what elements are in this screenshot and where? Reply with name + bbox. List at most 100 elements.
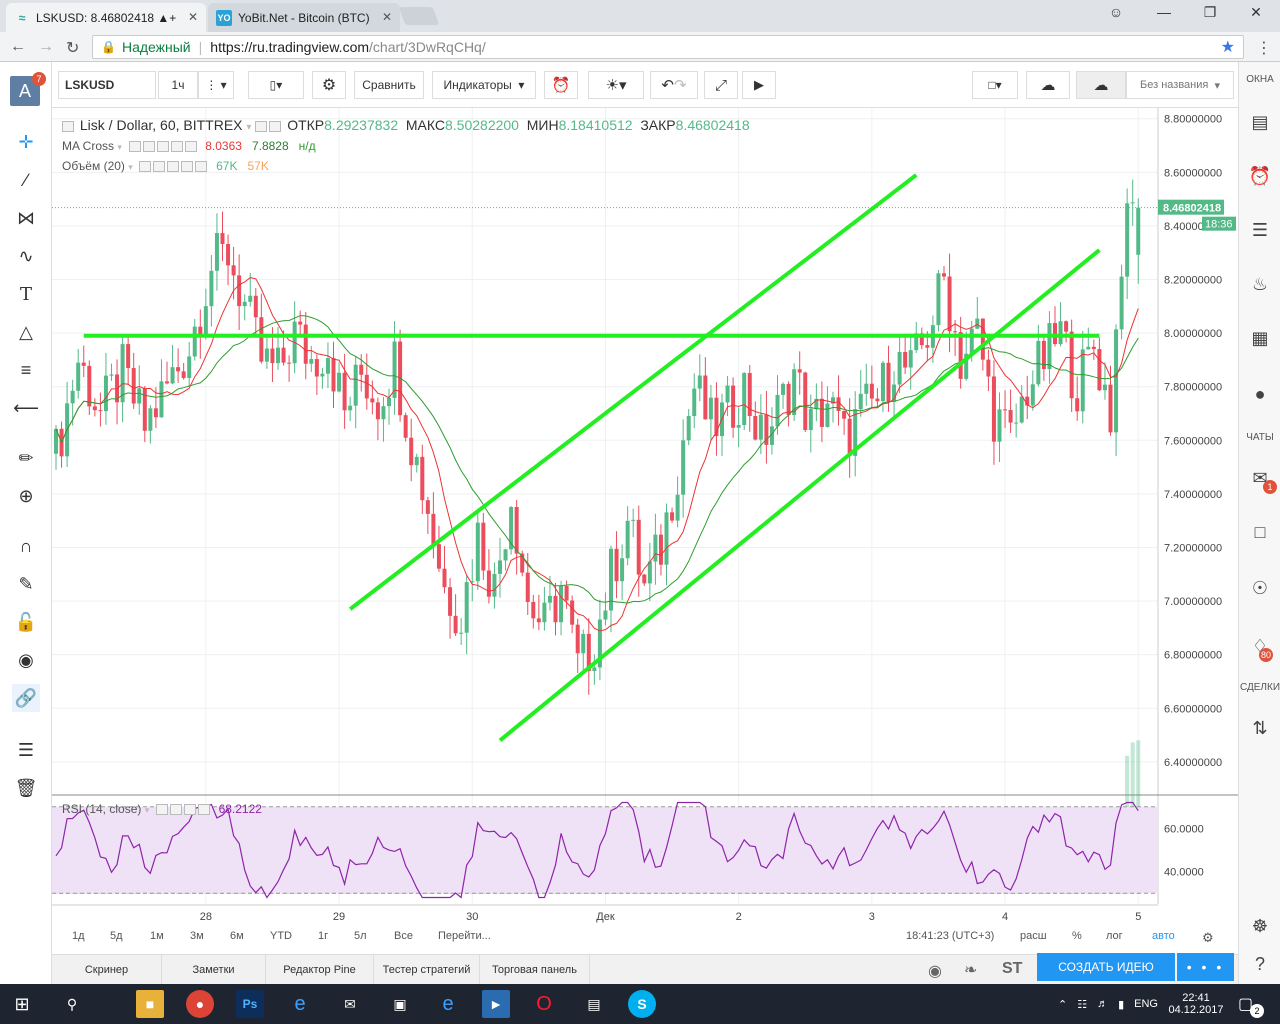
calendar-icon[interactable]: ▦ — [1246, 324, 1274, 352]
brush-icon[interactable]: ∿ — [12, 242, 40, 270]
trendline-icon[interactable]: ∕ — [12, 166, 40, 194]
power-icon[interactable]: ▮ — [1118, 998, 1124, 1011]
arrow-left-icon[interactable]: ⟵ — [12, 394, 40, 422]
opera-icon[interactable]: O — [530, 990, 558, 1018]
tray-chevron-icon[interactable]: ⌃ — [1058, 998, 1067, 1011]
goto-button[interactable]: Перейти... — [438, 930, 491, 942]
scale-gear-icon[interactable]: ⚙ — [1202, 930, 1214, 946]
skype-icon[interactable]: S — [628, 990, 656, 1018]
percent-button[interactable]: % — [1072, 930, 1082, 942]
range-5d[interactable]: 5д — [110, 930, 123, 942]
app-icon[interactable]: ▤ — [580, 990, 608, 1018]
layers-icon[interactable]: ☰ — [12, 736, 40, 764]
ideas-bulb-icon[interactable]: ● — [1246, 380, 1274, 408]
log-button[interactable]: лог — [1106, 930, 1123, 942]
bug-icon[interactable]: ☸ — [1246, 912, 1274, 940]
forward-icon[interactable]: → — [38, 38, 54, 56]
source-small-icon[interactable] — [156, 141, 169, 153]
edge-icon[interactable]: e — [286, 990, 314, 1018]
cloud-save-icon[interactable]: ☁ — [1076, 71, 1126, 99]
notification-center-icon[interactable]: ▢ — [1238, 984, 1253, 1024]
add-small-icon[interactable] — [181, 161, 194, 173]
publish-idea-button[interactable]: СОЗДАТЬ ИДЕЮ — [1037, 953, 1175, 981]
stay-drawing-icon[interactable]: ✎ — [12, 570, 40, 598]
maximize-icon[interactable]: ❐ — [1190, 4, 1230, 21]
indicators-button[interactable]: Индикаторы ▾ — [432, 71, 536, 99]
chevron-down-icon[interactable]: ▾ — [145, 805, 150, 815]
profile-icon[interactable]: ☺ — [1096, 4, 1136, 20]
url-input[interactable]: 🔒 Надежный | https://ru.tradingview.com … — [92, 35, 1244, 59]
tab-lskusd[interactable]: ≈ LSKUSD: 8.46802418 ▲+ ✕ — [6, 3, 206, 32]
settings-small-icon[interactable] — [169, 804, 182, 816]
compare-button[interactable]: Сравнить — [354, 71, 424, 99]
close-icon[interactable]: ✕ — [382, 10, 392, 24]
source-small-icon[interactable] — [167, 161, 180, 173]
eye-small-icon[interactable] — [255, 120, 268, 132]
back-icon[interactable]: ← — [10, 38, 26, 56]
add-small-icon[interactable] — [183, 804, 196, 816]
twitter-icon[interactable]: ❧ — [964, 960, 977, 980]
ruler-icon[interactable]: ✏ — [12, 444, 40, 472]
chevron-down-icon[interactable]: ▾ — [246, 122, 251, 133]
extend-button[interactable]: расш — [1020, 930, 1047, 942]
windows-start-icon[interactable]: ⊞ — [8, 990, 36, 1018]
symbol-input[interactable]: LSKUSD — [58, 71, 156, 99]
network-icon[interactable]: ☷ — [1077, 998, 1087, 1011]
settings-small-icon[interactable] — [142, 141, 155, 153]
tab-notes[interactable]: Заметки — [162, 955, 266, 985]
alarm-icon[interactable]: ⏰ — [1246, 162, 1274, 190]
photoshop-icon[interactable]: Ps — [236, 990, 264, 1018]
help-icon[interactable]: ? — [1246, 950, 1274, 978]
range-3m[interactable]: 3м — [190, 930, 204, 942]
link-icon[interactable]: 🔗 — [12, 684, 40, 712]
tab-screener[interactable]: Скринер — [52, 955, 162, 985]
eye-icon[interactable]: ◉ — [12, 646, 40, 674]
private-chat-icon[interactable]: □ — [1246, 518, 1274, 546]
range-1m[interactable]: 1м — [150, 930, 164, 942]
reload-icon[interactable]: ↻ — [66, 38, 79, 58]
range-1d[interactable]: 1д — [72, 930, 85, 942]
gear-icon[interactable]: ⚙ — [312, 71, 346, 99]
undo-redo-icon[interactable]: ↶ ↷ — [650, 71, 698, 99]
settings-small-icon[interactable] — [269, 120, 282, 132]
cloud-load-icon[interactable]: ☁ — [1026, 71, 1070, 99]
text-icon[interactable]: T — [12, 280, 40, 308]
settings-small-icon[interactable] — [153, 161, 166, 173]
trading-arrows-icon[interactable]: ⇅ — [1246, 714, 1274, 742]
publish-more-button[interactable]: • • • — [1177, 953, 1234, 981]
chart-style-icon[interactable]: ▯▾ — [248, 71, 304, 99]
eye-small-icon[interactable] — [128, 141, 141, 153]
play-icon[interactable]: ▶ — [742, 71, 776, 99]
eye-small-icon[interactable] — [139, 161, 152, 173]
tab-trading-panel[interactable]: Торговая панель — [480, 955, 590, 985]
tab-strategy-tester[interactable]: Тестер стратегий — [374, 955, 480, 985]
file-explorer-icon[interactable]: ■ — [136, 990, 164, 1018]
language-indicator[interactable]: ENG — [1134, 998, 1158, 1010]
range-1y[interactable]: 1г — [318, 930, 328, 942]
data-window-icon[interactable]: ☰ — [1246, 216, 1274, 244]
watchlist-icon[interactable]: ▤ — [1246, 108, 1274, 136]
add-small-icon[interactable] — [170, 141, 183, 153]
range-6m[interactable]: 6м — [230, 930, 244, 942]
menu-icon[interactable]: ⋮ — [1256, 38, 1272, 58]
layout-name-button[interactable]: Без названия ▾ — [1126, 71, 1234, 99]
alert-add-icon[interactable]: ⏰ — [544, 71, 578, 99]
eye-small-icon[interactable] — [155, 804, 168, 816]
tab-pine-editor[interactable]: Редактор Pine — [266, 955, 374, 985]
hotlist-fire-icon[interactable]: ♨ — [1246, 270, 1274, 298]
zoom-in-icon[interactable]: ⊕ — [12, 482, 40, 510]
ie-icon[interactable]: e — [434, 990, 462, 1018]
remove-small-icon[interactable] — [184, 141, 197, 153]
streams-icon[interactable]: ☉ — [1246, 574, 1274, 602]
remove-small-icon[interactable] — [195, 161, 208, 173]
chevron-down-icon[interactable]: ▾ — [117, 142, 122, 152]
search-icon[interactable]: ⚲ — [58, 990, 86, 1018]
chevron-down-icon[interactable]: ▾ — [128, 162, 133, 172]
pitchfork-icon[interactable]: ⋈ — [12, 204, 40, 232]
magnet-icon[interactable]: ∩ — [12, 532, 40, 560]
pattern-icon[interactable]: △ — [12, 318, 40, 346]
collapse-icon[interactable] — [62, 120, 74, 132]
crosshair-icon[interactable]: ✛ — [12, 128, 40, 156]
range-5y[interactable]: 5л — [354, 930, 367, 942]
bookmark-star-icon[interactable]: ★ — [1221, 37, 1235, 57]
